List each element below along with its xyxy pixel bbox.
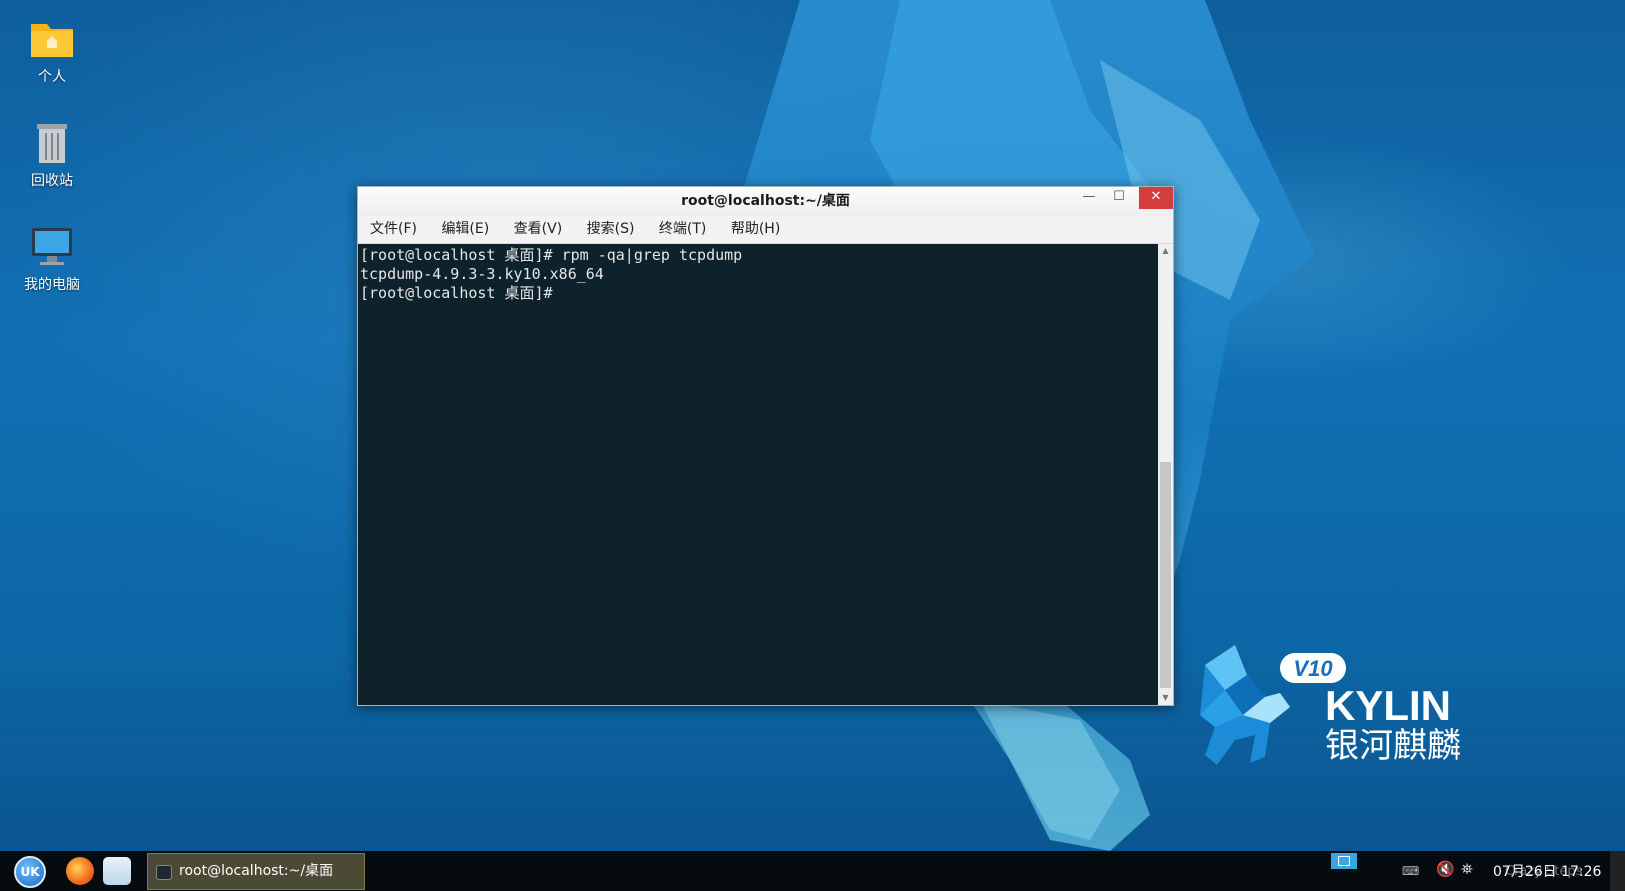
start-menu-button[interactable]: UK xyxy=(14,856,46,888)
taskbar-item-label: root@localhost:~/桌面 xyxy=(179,863,334,879)
menu-help[interactable]: 帮助(H) xyxy=(719,216,780,243)
volume-muted-icon[interactable]: 🔇 xyxy=(1436,860,1455,878)
terminal-window[interactable]: root@localhost:~/桌面 — ☐ ✕ 文件(F) 编辑(E) 查看… xyxy=(357,186,1174,706)
folder-icon xyxy=(27,16,77,62)
terminal-line: tcpdump-4.9.3-3.ky10.x86_64 xyxy=(360,265,604,283)
desktop-icon-computer[interactable]: 我的电脑 xyxy=(7,224,97,294)
svg-text:KYLIN: KYLIN xyxy=(1325,682,1451,729)
desktop-icon-label: 个人 xyxy=(38,69,66,85)
window-title: root@localhost:~/桌面 xyxy=(681,193,850,209)
scroll-down-arrow-icon[interactable]: ▼ xyxy=(1158,691,1173,705)
firefox-icon[interactable] xyxy=(66,857,94,885)
file-manager-icon[interactable] xyxy=(103,857,131,885)
terminal-icon xyxy=(156,865,172,880)
show-desktop-icon[interactable] xyxy=(1331,853,1357,869)
close-button[interactable]: ✕ xyxy=(1139,187,1173,209)
vertical-scrollbar[interactable]: ▲ ▼ xyxy=(1158,244,1173,705)
window-titlebar[interactable]: root@localhost:~/桌面 — ☐ ✕ xyxy=(358,187,1173,216)
desktop-icon-trash[interactable]: 回收站 xyxy=(7,120,97,190)
taskbar: UK root@localhost:~/桌面 ⌨ 🔇 ⛯ 07月26日 17:2… xyxy=(0,851,1625,891)
menu-file[interactable]: 文件(F) xyxy=(358,216,417,243)
keyboard-icon[interactable]: ⌨ xyxy=(1402,864,1419,878)
watermark-text: Crazy Steps xyxy=(1505,864,1583,879)
kylin-logo: V10 KYLIN 银河麒麟 xyxy=(1195,645,1515,775)
menu-bar: 文件(F) 编辑(E) 查看(V) 搜索(S) 终端(T) 帮助(H) xyxy=(358,216,1173,244)
taskbar-item-terminal[interactable]: root@localhost:~/桌面 xyxy=(147,853,365,890)
desktop-icon-personal[interactable]: 个人 xyxy=(7,16,97,86)
maximize-button[interactable]: ☐ xyxy=(1104,187,1134,209)
scroll-thumb[interactable] xyxy=(1160,462,1171,688)
menu-search[interactable]: 搜索(S) xyxy=(575,216,635,243)
tray-edge xyxy=(1610,851,1625,891)
minimize-button[interactable]: — xyxy=(1074,187,1104,209)
desktop-icon-label: 我的电脑 xyxy=(24,277,80,293)
desktop-icon-label: 回收站 xyxy=(31,173,73,189)
menu-view[interactable]: 查看(V) xyxy=(502,216,563,243)
network-icon[interactable]: ⛯ xyxy=(1461,860,1473,878)
trash-icon xyxy=(27,120,77,166)
svg-text:银河麒麟: 银河麒麟 xyxy=(1325,726,1461,766)
svg-text:V10: V10 xyxy=(1293,656,1333,681)
menu-edit[interactable]: 编辑(E) xyxy=(429,216,489,243)
computer-icon xyxy=(27,224,77,270)
terminal-line: [root@localhost 桌面]# rpm -qa|grep tcpdum… xyxy=(360,246,743,264)
scroll-up-arrow-icon[interactable]: ▲ xyxy=(1158,244,1173,258)
terminal-line: [root@localhost 桌面]# xyxy=(360,284,553,302)
menu-terminal[interactable]: 终端(T) xyxy=(647,216,706,243)
terminal-console[interactable]: [root@localhost 桌面]# rpm -qa|grep tcpdum… xyxy=(358,244,1158,705)
